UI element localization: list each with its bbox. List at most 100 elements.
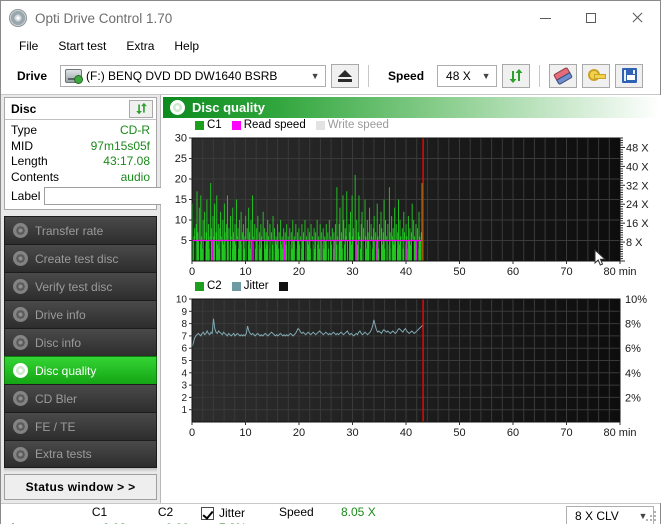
disc-icon xyxy=(13,446,28,462)
close-icon xyxy=(631,12,643,24)
menu-extra[interactable]: Extra xyxy=(116,37,164,55)
disc-icon xyxy=(13,279,28,294)
error-stats-table: C1 C2 Avg 2.03 0.00 Max 21 0 Total 5260 … xyxy=(1,504,201,524)
svg-text:80 min: 80 min xyxy=(603,266,636,278)
svg-text:60: 60 xyxy=(507,427,519,439)
jitter-label: Jitter xyxy=(219,506,246,520)
disc-mid-label: MID xyxy=(11,138,33,153)
svg-text:15: 15 xyxy=(175,194,187,206)
sidebar-item-cd-bler[interactable]: CD Bler xyxy=(4,384,157,412)
legend-c2: C2 xyxy=(195,280,222,292)
svg-text:70: 70 xyxy=(560,266,572,278)
stats-panel: C1 C2 Avg 2.03 0.00 Max 21 0 Total 5260 … xyxy=(1,503,660,524)
sidebar-item-label: Verify test disc xyxy=(35,279,113,294)
save-icon xyxy=(621,68,637,83)
sidebar-item-disc-quality[interactable]: Disc quality xyxy=(4,356,157,384)
legend-label-write-speed: Write speed xyxy=(327,119,389,131)
menu-file[interactable]: File xyxy=(9,37,48,55)
status-window-button[interactable]: Status window > > xyxy=(4,474,157,500)
chevron-down-icon: ▼ xyxy=(310,70,320,81)
toolbar-divider-2 xyxy=(539,64,541,87)
sidebar-filler xyxy=(4,468,157,472)
app-window: Opti Drive Control 1.70 File Start test … xyxy=(0,0,661,524)
sidebar-item-fe-te[interactable]: FE / TE xyxy=(4,412,157,440)
save-button[interactable] xyxy=(615,63,644,88)
disc-row-length: Length 43:17.08 xyxy=(11,154,150,170)
svg-text:10: 10 xyxy=(239,266,251,278)
jitter-column: Jitter 7.2% 8.4% xyxy=(201,504,279,524)
eraser-icon xyxy=(553,66,573,85)
svg-text:0: 0 xyxy=(189,427,195,439)
content-area: Disc Type CD-R MID 97m15s05f Length 43:1… xyxy=(1,95,661,503)
sidebar-item-disc-info[interactable]: Disc info xyxy=(4,328,157,356)
drive-select[interactable]: (F:) BENQ DVD DD DW1640 BSRB ▼ xyxy=(60,64,327,87)
jitter-checkbox[interactable] xyxy=(201,506,214,520)
svg-text:10%: 10% xyxy=(625,294,647,306)
menu-start-test[interactable]: Start test xyxy=(48,37,116,55)
svg-text:50: 50 xyxy=(453,427,465,439)
svg-text:2: 2 xyxy=(181,393,187,404)
disc-icon xyxy=(13,391,28,406)
clv-select[interactable]: 8 X CLV ▼ xyxy=(566,506,654,524)
menu-help[interactable]: Help xyxy=(164,37,209,55)
keys-button[interactable] xyxy=(582,63,611,88)
disc-info-panel: Disc Type CD-R MID 97m15s05f Length 43:1… xyxy=(4,97,230,210)
speed-select[interactable]: 48 X ▼ xyxy=(437,64,498,87)
refresh-button[interactable] xyxy=(502,63,531,88)
eject-button[interactable] xyxy=(331,63,360,88)
jitter-toggle-row[interactable]: Jitter xyxy=(201,506,279,520)
drive-icon xyxy=(65,68,84,84)
disc-contents-label: Contents xyxy=(11,169,60,184)
main-panel: Disc quality C1 Read speed Write speed 5… xyxy=(161,95,661,503)
sidebar-item-drive-info[interactable]: Drive info xyxy=(4,300,157,328)
sidebar-item-label: Drive info xyxy=(35,307,86,322)
legend-swatch-read-speed xyxy=(231,120,241,130)
svg-text:25: 25 xyxy=(175,153,187,165)
sidebar-item-label: Extra tests xyxy=(35,447,92,461)
svg-text:20: 20 xyxy=(175,174,187,186)
minimize-button[interactable] xyxy=(522,1,568,35)
sidebar-item-extra-tests[interactable]: Extra tests xyxy=(4,440,157,468)
disc-icon xyxy=(13,223,28,238)
legend-swatch-c2 xyxy=(195,281,204,291)
window-title: Opti Drive Control 1.70 xyxy=(35,10,173,26)
erase-button[interactable] xyxy=(549,63,578,88)
svg-text:4: 4 xyxy=(181,368,187,379)
legend-swatch-jitter xyxy=(231,281,241,291)
svg-text:0: 0 xyxy=(189,266,195,278)
svg-text:70: 70 xyxy=(560,427,572,439)
sidebar-item-transfer-rate[interactable]: Transfer rate xyxy=(4,216,157,244)
panel-header: Disc quality xyxy=(163,97,660,118)
stats-row-label-avg: Avg xyxy=(7,520,65,524)
legend-label-read-speed: Read speed xyxy=(243,119,306,131)
minimize-icon xyxy=(539,17,551,19)
disc-refresh-button[interactable] xyxy=(129,99,153,118)
sidebar: Disc Type CD-R MID 97m15s05f Length 43:1… xyxy=(1,95,230,503)
refresh-icon xyxy=(509,68,523,83)
maximize-button[interactable] xyxy=(568,1,614,35)
svg-text:48 X: 48 X xyxy=(626,142,649,154)
svg-text:24 X: 24 X xyxy=(626,199,649,211)
svg-text:6: 6 xyxy=(181,344,187,355)
svg-text:5: 5 xyxy=(181,356,187,367)
sidebar-item-create-test-disc[interactable]: Create test disc xyxy=(4,244,157,272)
disc-type-value: CD-R xyxy=(120,123,150,137)
resize-grip[interactable] xyxy=(646,509,658,521)
close-button[interactable] xyxy=(614,1,660,35)
sidebar-item-verify-test-disc[interactable]: Verify test disc xyxy=(4,272,157,300)
svg-text:10: 10 xyxy=(239,427,251,439)
chart2-legend: C2 Jitter xyxy=(163,279,660,293)
svg-text:40: 40 xyxy=(400,427,412,439)
speed-label: Speed xyxy=(388,68,425,83)
refresh-icon xyxy=(135,102,147,115)
svg-text:8: 8 xyxy=(181,319,187,330)
svg-text:30: 30 xyxy=(346,427,358,439)
legend-label-c1: C1 xyxy=(207,119,222,131)
svg-text:30: 30 xyxy=(175,133,187,145)
legend-label-c2: C2 xyxy=(207,280,222,292)
chart1-container[interactable]: 5 10 15 20 25 30 0 10 20 30 40 50 60 70 80 min 8 X 16 X 2… xyxy=(163,132,660,279)
chart2-container[interactable]: 1 2 3 4 5 6 7 8 9 10 0 10 20 30 40 50 60 70 80 min 2% 4% 6% 8%… xyxy=(163,293,660,440)
legend-read-speed: Read speed xyxy=(231,119,306,131)
sidebar-item-label: Disc quality xyxy=(35,363,97,378)
toolbar: Drive (F:) BENQ DVD DD DW1640 BSRB ▼ Spe… xyxy=(1,57,660,95)
